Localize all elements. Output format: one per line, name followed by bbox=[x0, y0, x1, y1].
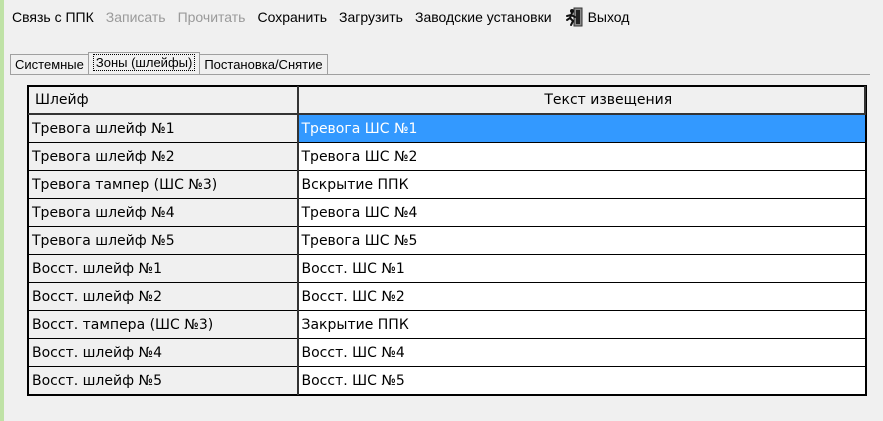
table-row[interactable]: Тревога шлейф №2 Тревога ШС №2 bbox=[28, 142, 866, 171]
message-text-cell[interactable]: Вскрытие ППК bbox=[297, 170, 866, 199]
message-text-cell[interactable]: Тревога ШС №5 bbox=[297, 226, 866, 255]
table-row[interactable]: Тревога шлейф №4 Тревога ШС №4 bbox=[28, 198, 866, 227]
grid-body: Тревога шлейф №1 Тревога ШС №1 Тревога шле… bbox=[28, 113, 866, 395]
zone-name-cell[interactable]: Восст. шлейф №1 bbox=[28, 254, 299, 283]
message-text-cell[interactable]: Тревога ШС №1 bbox=[297, 113, 866, 143]
zone-name-cell[interactable]: Тревога шлейф №4 bbox=[28, 198, 299, 227]
table-row[interactable]: Восст. шлейф №5 Восст. ШС №5 bbox=[28, 366, 866, 395]
left-accent-bar bbox=[0, 0, 4, 421]
zone-name-cell[interactable]: Тревога шлейф №1 bbox=[28, 113, 299, 143]
menu-bar: Связь с ППК Записать Прочитать Сохранить… bbox=[12, 2, 641, 32]
message-text-cell[interactable]: Восст. ШС №1 bbox=[297, 254, 866, 283]
app-window: Связь с ППК Записать Прочитать Сохранить… bbox=[0, 0, 883, 421]
zone-name-cell[interactable]: Тревога шлейф №5 bbox=[28, 226, 299, 255]
column-header-message-text[interactable]: Текст извещения bbox=[297, 86, 866, 115]
message-text-cell[interactable]: Закрытие ППК bbox=[297, 310, 866, 339]
menu-write[interactable]: Записать bbox=[106, 9, 174, 25]
table-row[interactable]: Восст. шлейф №2 Восст. ШС №2 bbox=[28, 282, 866, 311]
column-header-zone[interactable]: Шлейф bbox=[28, 86, 299, 115]
menu-connect-ppk[interactable]: Связь с ППК bbox=[12, 9, 102, 25]
grid-header-row: Шлейф Текст извещения bbox=[28, 86, 866, 115]
tab-zones-label: Зоны (шлейфы) bbox=[92, 54, 196, 71]
zone-name-cell[interactable]: Восст. шлейф №2 bbox=[28, 282, 299, 311]
menu-exit-label: Выход bbox=[587, 9, 630, 25]
menu-save[interactable]: Сохранить bbox=[257, 9, 335, 25]
message-text-cell[interactable]: Тревога ШС №4 bbox=[297, 198, 866, 227]
message-text-cell[interactable]: Восст. ШС №4 bbox=[297, 338, 866, 367]
tab-arming[interactable]: Постановка/Снятие bbox=[199, 54, 328, 74]
table-row[interactable]: Тревога шлейф №1 Тревога ШС №1 bbox=[28, 113, 866, 143]
message-text-cell[interactable]: Тревога ШС №2 bbox=[297, 142, 866, 171]
zone-name-cell[interactable]: Восст. тампера (ШС №3) bbox=[28, 310, 299, 339]
zone-name-cell[interactable]: Восст. шлейф №4 bbox=[28, 338, 299, 367]
menu-factory-settings[interactable]: Заводские установки bbox=[415, 9, 560, 25]
table-row[interactable]: Восст. шлейф №1 Восст. ШС №1 bbox=[28, 254, 866, 283]
message-text-cell[interactable]: Восст. ШС №2 bbox=[297, 282, 866, 311]
zones-grid: Шлейф Текст извещения Тревога шлейф №1 Тр… bbox=[27, 85, 867, 396]
menu-read[interactable]: Прочитать bbox=[178, 9, 254, 25]
tab-panel-border bbox=[10, 74, 870, 75]
table-row[interactable]: Тревога шлейф №5 Тревога ШС №5 bbox=[28, 226, 866, 255]
table-row[interactable]: Восст. тампера (ШС №3) Закрытие ППК bbox=[28, 310, 866, 339]
tab-system[interactable]: Системные bbox=[10, 54, 89, 74]
table-row[interactable]: Тревога тампер (ШС №3) Вскрытие ППК bbox=[28, 170, 866, 199]
tab-zones[interactable]: Зоны (шлейфы) bbox=[87, 52, 201, 74]
zone-name-cell[interactable]: Тревога шлейф №2 bbox=[28, 142, 299, 171]
zone-name-cell[interactable]: Восст. шлейф №5 bbox=[28, 366, 299, 395]
table-row[interactable]: Восст. шлейф №4 Восст. ШС №4 bbox=[28, 338, 866, 367]
menu-exit[interactable]: Выход bbox=[564, 7, 638, 27]
zone-name-cell[interactable]: Тревога тампер (ШС №3) bbox=[28, 170, 299, 199]
message-text-cell[interactable]: Восст. ШС №5 bbox=[297, 366, 866, 395]
menu-load[interactable]: Загрузить bbox=[339, 9, 411, 25]
running-man-exit-icon bbox=[565, 7, 583, 27]
tab-strip: Системные Зоны (шлейфы) Постановка/Сняти… bbox=[10, 52, 328, 74]
